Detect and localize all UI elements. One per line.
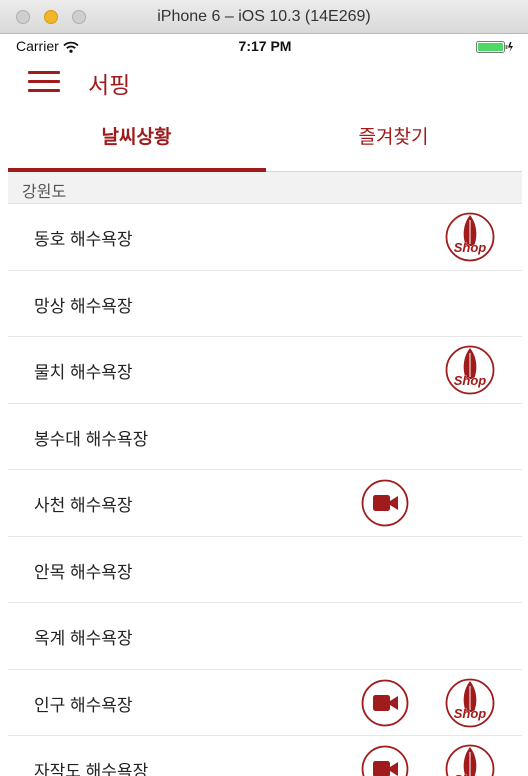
battery-icon bbox=[476, 40, 514, 53]
beach-name: 사천 해수욕장 bbox=[34, 496, 133, 515]
list-item[interactable]: 인구 해수욕장 Shop bbox=[8, 670, 522, 736]
list-item[interactable]: 자작도 해수욕장 Shop bbox=[8, 736, 522, 776]
svg-text:Shop: Shop bbox=[454, 240, 487, 255]
app-header: 서핑 bbox=[8, 58, 522, 108]
list-item[interactable]: 안목 해수욕장 bbox=[8, 537, 522, 603]
beach-name: 자작도 해수욕장 bbox=[34, 762, 149, 776]
svg-text:Shop: Shop bbox=[454, 373, 487, 388]
simulator-title-bar: iPhone 6 – iOS 10.3 (14E269) bbox=[0, 0, 528, 34]
list-item[interactable]: 옥계 해수욕장 bbox=[8, 603, 522, 670]
list-item[interactable]: 사천 해수욕장 bbox=[8, 470, 522, 537]
section-header-region: 강원도 bbox=[8, 172, 522, 204]
surf-shop-icon[interactable]: Shop bbox=[445, 744, 495, 776]
status-time: 7:17 PM bbox=[238, 38, 292, 54]
tab-bar: 날씨상황 즐겨찾기 bbox=[8, 108, 522, 172]
beach-name: 인구 해수욕장 bbox=[34, 695, 133, 715]
beach-name: 안목 해수욕장 bbox=[34, 562, 133, 582]
surf-shop-icon[interactable]: Shop bbox=[445, 212, 495, 262]
list-item[interactable]: 물치 해수욕장 Shop bbox=[8, 337, 522, 404]
phone-screen: Carrier 7:17 PM 서핑 날씨상황 즐겨찾기 강원도 동호 해수욕장… bbox=[8, 34, 522, 776]
beach-name: 옥계 해수욕장 bbox=[34, 629, 133, 648]
list-item[interactable]: 동호 해수욕장 Shop bbox=[8, 204, 522, 271]
beach-name: 봉수대 해수욕장 bbox=[34, 429, 149, 449]
list-item[interactable]: 망상 해수욕장 bbox=[8, 271, 522, 337]
surf-shop-icon[interactable]: Shop bbox=[445, 678, 495, 728]
video-camera-icon[interactable] bbox=[361, 679, 409, 727]
svg-text:Shop: Shop bbox=[454, 706, 487, 721]
page-title: 서핑 bbox=[88, 72, 131, 98]
beach-name: 동호 해수욕장 bbox=[34, 230, 133, 249]
tab-weather[interactable]: 날씨상황 bbox=[8, 108, 265, 171]
video-camera-icon[interactable] bbox=[361, 745, 409, 776]
surf-shop-icon[interactable]: Shop bbox=[445, 345, 495, 395]
hamburger-menu-icon[interactable] bbox=[28, 71, 60, 93]
status-bar: Carrier 7:17 PM bbox=[8, 34, 522, 58]
window-title: iPhone 6 – iOS 10.3 (14E269) bbox=[157, 8, 371, 25]
list-item[interactable]: 봉수대 해수욕장 bbox=[8, 404, 522, 470]
beach-name: 망상 해수욕장 bbox=[34, 296, 133, 316]
svg-text:Shop: Shop bbox=[454, 772, 487, 776]
active-tab-indicator bbox=[8, 168, 266, 172]
video-camera-icon[interactable] bbox=[361, 479, 409, 527]
tab-favorites[interactable]: 즐겨찾기 bbox=[265, 108, 522, 171]
beach-name: 물치 해수욕장 bbox=[34, 363, 133, 382]
beach-list: 동호 해수욕장 Shop 망상 해수욕장물치 해수욕장 Shop 봉수대 해수욕장사천 … bbox=[8, 204, 522, 776]
